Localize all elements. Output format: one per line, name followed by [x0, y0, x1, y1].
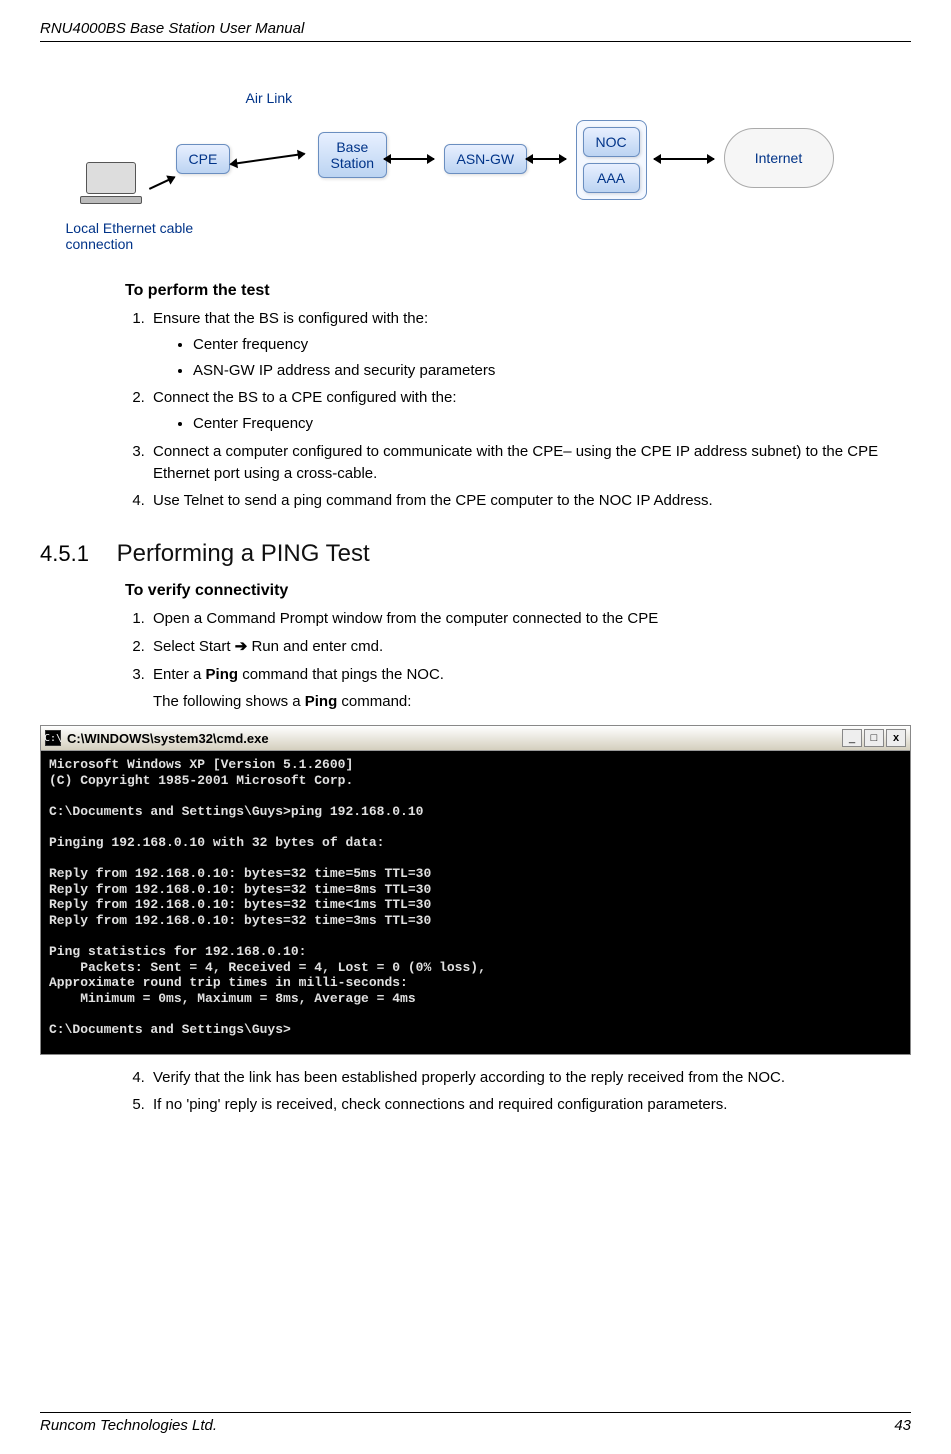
verify-heading: To verify connectivity: [125, 582, 891, 600]
network-diagram: Local Ethernet cable connection Air Link…: [56, 82, 896, 262]
footer-left: Runcom Technologies Ltd.: [40, 1417, 217, 1434]
cpe-node: CPE: [176, 144, 231, 174]
local-ethernet-label: Local Ethernet cable connection: [66, 220, 194, 252]
verify-step-2: Select Start ➔ Run and enter cmd.: [149, 636, 891, 658]
perform-step-2: Connect the BS to a CPE configured with …: [149, 387, 891, 435]
maximize-button[interactable]: □: [864, 729, 884, 747]
cmd-title-text: C:\WINDOWS\system32\cmd.exe: [67, 731, 269, 746]
command-prompt-window: C:\ C:\WINDOWS\system32\cmd.exe _ □ x Mi…: [40, 725, 911, 1055]
internet-cloud: Internet: [724, 128, 834, 188]
air-link-label: Air Link: [246, 90, 293, 106]
minimize-button[interactable]: _: [842, 729, 862, 747]
perform-step-3: Connect a computer configured to communi…: [149, 441, 891, 485]
cmd-titlebar: C:\ C:\WINDOWS\system32\cmd.exe _ □ x: [41, 726, 910, 751]
perform-step-1: Ensure that the BS is configured with th…: [149, 308, 891, 381]
base-station-node: Base Station: [318, 132, 388, 178]
asn-gw-node: ASN-GW: [444, 144, 528, 174]
page-footer: Runcom Technologies Ltd. 43: [40, 1412, 911, 1434]
perform-test-heading: To perform the test: [125, 282, 891, 300]
verify-steps-cont: Verify that the link has been establishe…: [149, 1067, 891, 1117]
noc-aaa-group: NOC AAA: [576, 120, 647, 200]
perform-step-4: Use Telnet to send a ping command from t…: [149, 490, 891, 512]
verify-steps: Open a Command Prompt window from the co…: [149, 608, 891, 713]
verify-step-5: If no 'ping' reply is received, check co…: [149, 1094, 891, 1116]
perform-step-1-bullet-2: ASN-GW IP address and security parameter…: [193, 360, 891, 382]
verify-step-1: Open a Command Prompt window from the co…: [149, 608, 891, 630]
bs-asngw-arrow: [384, 158, 434, 160]
cmd-icon: C:\: [45, 730, 61, 746]
page-header: RNU4000BS Base Station User Manual: [40, 20, 911, 42]
section-heading: 4.5.1 Performing a PING Test: [40, 540, 911, 568]
section-title: Performing a PING Test: [117, 540, 370, 567]
perform-step-1-bullet-1: Center frequency: [193, 334, 891, 356]
noc-node: NOC: [583, 127, 640, 157]
header-left: RNU4000BS Base Station User Manual: [40, 20, 304, 37]
arrow-right-icon: ➔: [235, 638, 248, 655]
laptop-cpe-arrow: [148, 176, 174, 190]
perform-step-2-bullet-1: Center Frequency: [193, 413, 891, 435]
close-button[interactable]: x: [886, 729, 906, 747]
noc-internet-arrow: [654, 158, 714, 160]
section-number: 4.5.1: [40, 541, 110, 567]
verify-step-3: Enter a Ping command that pings the NOC.…: [149, 664, 891, 714]
air-link-arrow: [230, 153, 305, 165]
verify-step-4: Verify that the link has been establishe…: [149, 1067, 891, 1089]
asngw-noc-arrow: [526, 158, 566, 160]
perform-test-steps: Ensure that the BS is configured with th…: [149, 308, 891, 512]
aaa-node: AAA: [583, 163, 640, 193]
laptop-icon: [76, 162, 146, 212]
cmd-output[interactable]: Microsoft Windows XP [Version 5.1.2600] …: [41, 751, 910, 1054]
footer-page-number: 43: [894, 1417, 911, 1434]
